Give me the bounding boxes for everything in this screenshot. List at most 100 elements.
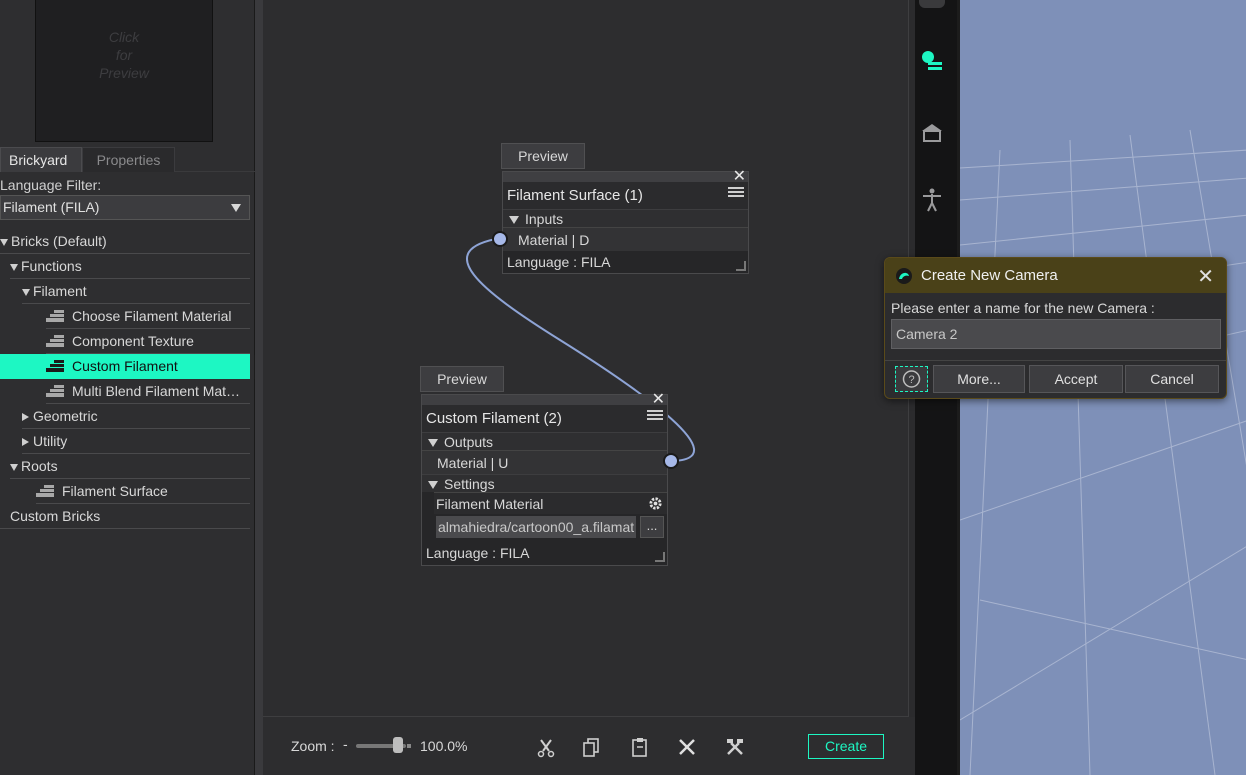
gear-icon[interactable] — [648, 496, 663, 511]
node-editor-canvas[interactable] — [263, 0, 909, 717]
tree-item[interactable]: Choose Filament Material — [46, 304, 250, 329]
node-language-row: Language : FILA — [422, 542, 667, 564]
dialog-title: Create New Camera — [921, 267, 1058, 284]
brick-preview-box[interactable]: Click for Preview — [35, 0, 213, 142]
collapsed-icon[interactable] — [22, 438, 29, 447]
node-title: Custom Filament (2) — [426, 410, 562, 427]
tree-item-label: Filament — [33, 283, 87, 299]
brick-icon — [46, 310, 64, 323]
section-label: Settings — [444, 476, 495, 492]
tree-item[interactable]: Bricks (Default) — [0, 229, 250, 254]
help-button[interactable]: ? — [895, 366, 928, 392]
expand-icon[interactable] — [0, 238, 8, 246]
tree-item-label: Geometric — [33, 408, 98, 424]
material-input-row: Material | D — [503, 227, 748, 251]
custom-preview-button[interactable]: Preview — [420, 366, 504, 392]
tree-item-label: Custom Bricks — [10, 508, 101, 524]
node-title-row: Custom Filament (2) — [422, 405, 667, 432]
inputs-section[interactable]: Inputs — [503, 209, 748, 227]
node-header-bar[interactable]: ✕ — [503, 168, 748, 185]
left-panel: Click for Preview Brickyard Properties L… — [0, 0, 255, 775]
tree-item-label: Choose Filament Material — [72, 308, 232, 324]
tree-item-label: Utility — [33, 433, 68, 449]
preview-placeholder-text: Click for Preview — [99, 29, 149, 81]
paste-icon[interactable] — [629, 736, 651, 758]
browse-button[interactable]: ... — [640, 516, 664, 538]
custom-filament-node[interactable]: ✕ Custom Filament (2) Outputs Material |… — [421, 391, 668, 566]
settings-section[interactable]: Settings — [422, 474, 667, 492]
material-input-port[interactable] — [492, 231, 508, 247]
figure-icon[interactable] — [919, 187, 945, 213]
tree-item-label: Custom Filament — [72, 358, 178, 374]
node-header-bar[interactable]: ✕ — [422, 391, 667, 408]
close-icon[interactable]: ✕ — [1197, 264, 1214, 289]
brick-icon — [46, 385, 64, 398]
expand-icon[interactable] — [10, 263, 18, 271]
tree-item-label: Filament Surface — [62, 483, 168, 499]
accept-button[interactable]: Accept — [1029, 365, 1123, 393]
center-divider — [255, 0, 263, 775]
setting-label: Filament Material — [436, 496, 544, 512]
tree-item[interactable]: Functions — [10, 254, 250, 279]
expand-icon[interactable] — [10, 463, 18, 471]
filament-surface-node[interactable]: ✕ Filament Surface (1) Inputs Material |… — [502, 168, 749, 274]
zoom-label: Zoom : — [291, 738, 335, 754]
tree-item[interactable]: Filament — [22, 279, 250, 304]
collapse-icon — [428, 439, 438, 448]
collapsed-icon[interactable] — [22, 413, 29, 422]
dialog-prompt: Please enter a name for the new Camera : — [891, 300, 1155, 316]
material-path-field[interactable]: almahiedra/cartoon00_a.filamat — [436, 516, 636, 538]
filament-material-setting: Filament Material — [434, 492, 667, 514]
tree-item[interactable]: Custom Filament — [0, 354, 250, 379]
copy-icon[interactable] — [581, 736, 603, 758]
section-label: Outputs — [444, 434, 494, 450]
help-icon: ? — [902, 370, 921, 388]
tree-item[interactable]: Roots — [10, 454, 250, 479]
node-language-row: Language : FILA — [503, 251, 748, 273]
tree-item[interactable]: Utility — [22, 429, 250, 454]
side-tab-top[interactable] — [919, 0, 945, 8]
material-output-port[interactable] — [663, 453, 679, 469]
resize-handle-icon[interactable] — [655, 552, 665, 562]
zoom-slider-thumb[interactable] — [393, 737, 403, 753]
building-icon[interactable] — [919, 119, 945, 145]
create-button[interactable]: Create — [808, 734, 884, 759]
tree-item[interactable]: Custom Bricks — [0, 504, 250, 529]
tree-item[interactable]: Filament Surface — [36, 479, 250, 504]
node-title-row: Filament Surface (1) — [503, 182, 748, 209]
cancel-button[interactable]: Cancel — [1125, 365, 1219, 393]
collapse-icon — [428, 481, 438, 490]
dropdown-arrow-icon — [231, 204, 241, 212]
tree-item[interactable]: Multi Blend Filament Mat… — [46, 379, 250, 404]
node-menu-icon[interactable] — [647, 410, 663, 424]
tab-brickyard[interactable]: Brickyard — [0, 147, 82, 172]
zoom-in-icon[interactable] — [407, 744, 411, 748]
svg-text:?: ? — [908, 374, 914, 386]
zoom-value: 100.0% — [420, 738, 468, 754]
expand-icon[interactable] — [22, 288, 30, 296]
tab-properties[interactable]: Properties — [82, 147, 175, 172]
zoom-out-icon[interactable]: - — [343, 736, 348, 752]
surface-preview-button[interactable]: Preview — [501, 143, 585, 169]
brick-icon — [46, 335, 64, 348]
port-label: Material | D — [518, 232, 590, 248]
tree-item[interactable]: Geometric — [22, 404, 250, 429]
language-filter-value: Filament (FILA) — [3, 199, 100, 215]
more-button[interactable]: More... — [933, 365, 1025, 393]
camera-brick-icon[interactable] — [919, 48, 945, 74]
dialog-separator — [885, 360, 1226, 361]
tree-item[interactable]: Component Texture — [46, 329, 250, 354]
cut-icon[interactable] — [535, 736, 557, 758]
dialog-titlebar[interactable]: Create New Camera ✕ — [885, 258, 1226, 293]
camera-name-input[interactable]: Camera 2 — [891, 319, 1221, 349]
tree-item-label: Component Texture — [72, 333, 194, 349]
language-filter-label: Language Filter: — [0, 177, 102, 193]
language-filter-select[interactable]: Filament (FILA) — [0, 195, 250, 220]
node-menu-icon[interactable] — [728, 187, 744, 201]
tools-icon[interactable] — [724, 736, 746, 758]
outputs-section[interactable]: Outputs — [422, 432, 667, 450]
delete-icon[interactable] — [676, 736, 698, 758]
resize-handle-icon[interactable] — [736, 261, 746, 271]
brick-icon — [36, 485, 54, 498]
tree-item-label: Functions — [21, 258, 82, 274]
